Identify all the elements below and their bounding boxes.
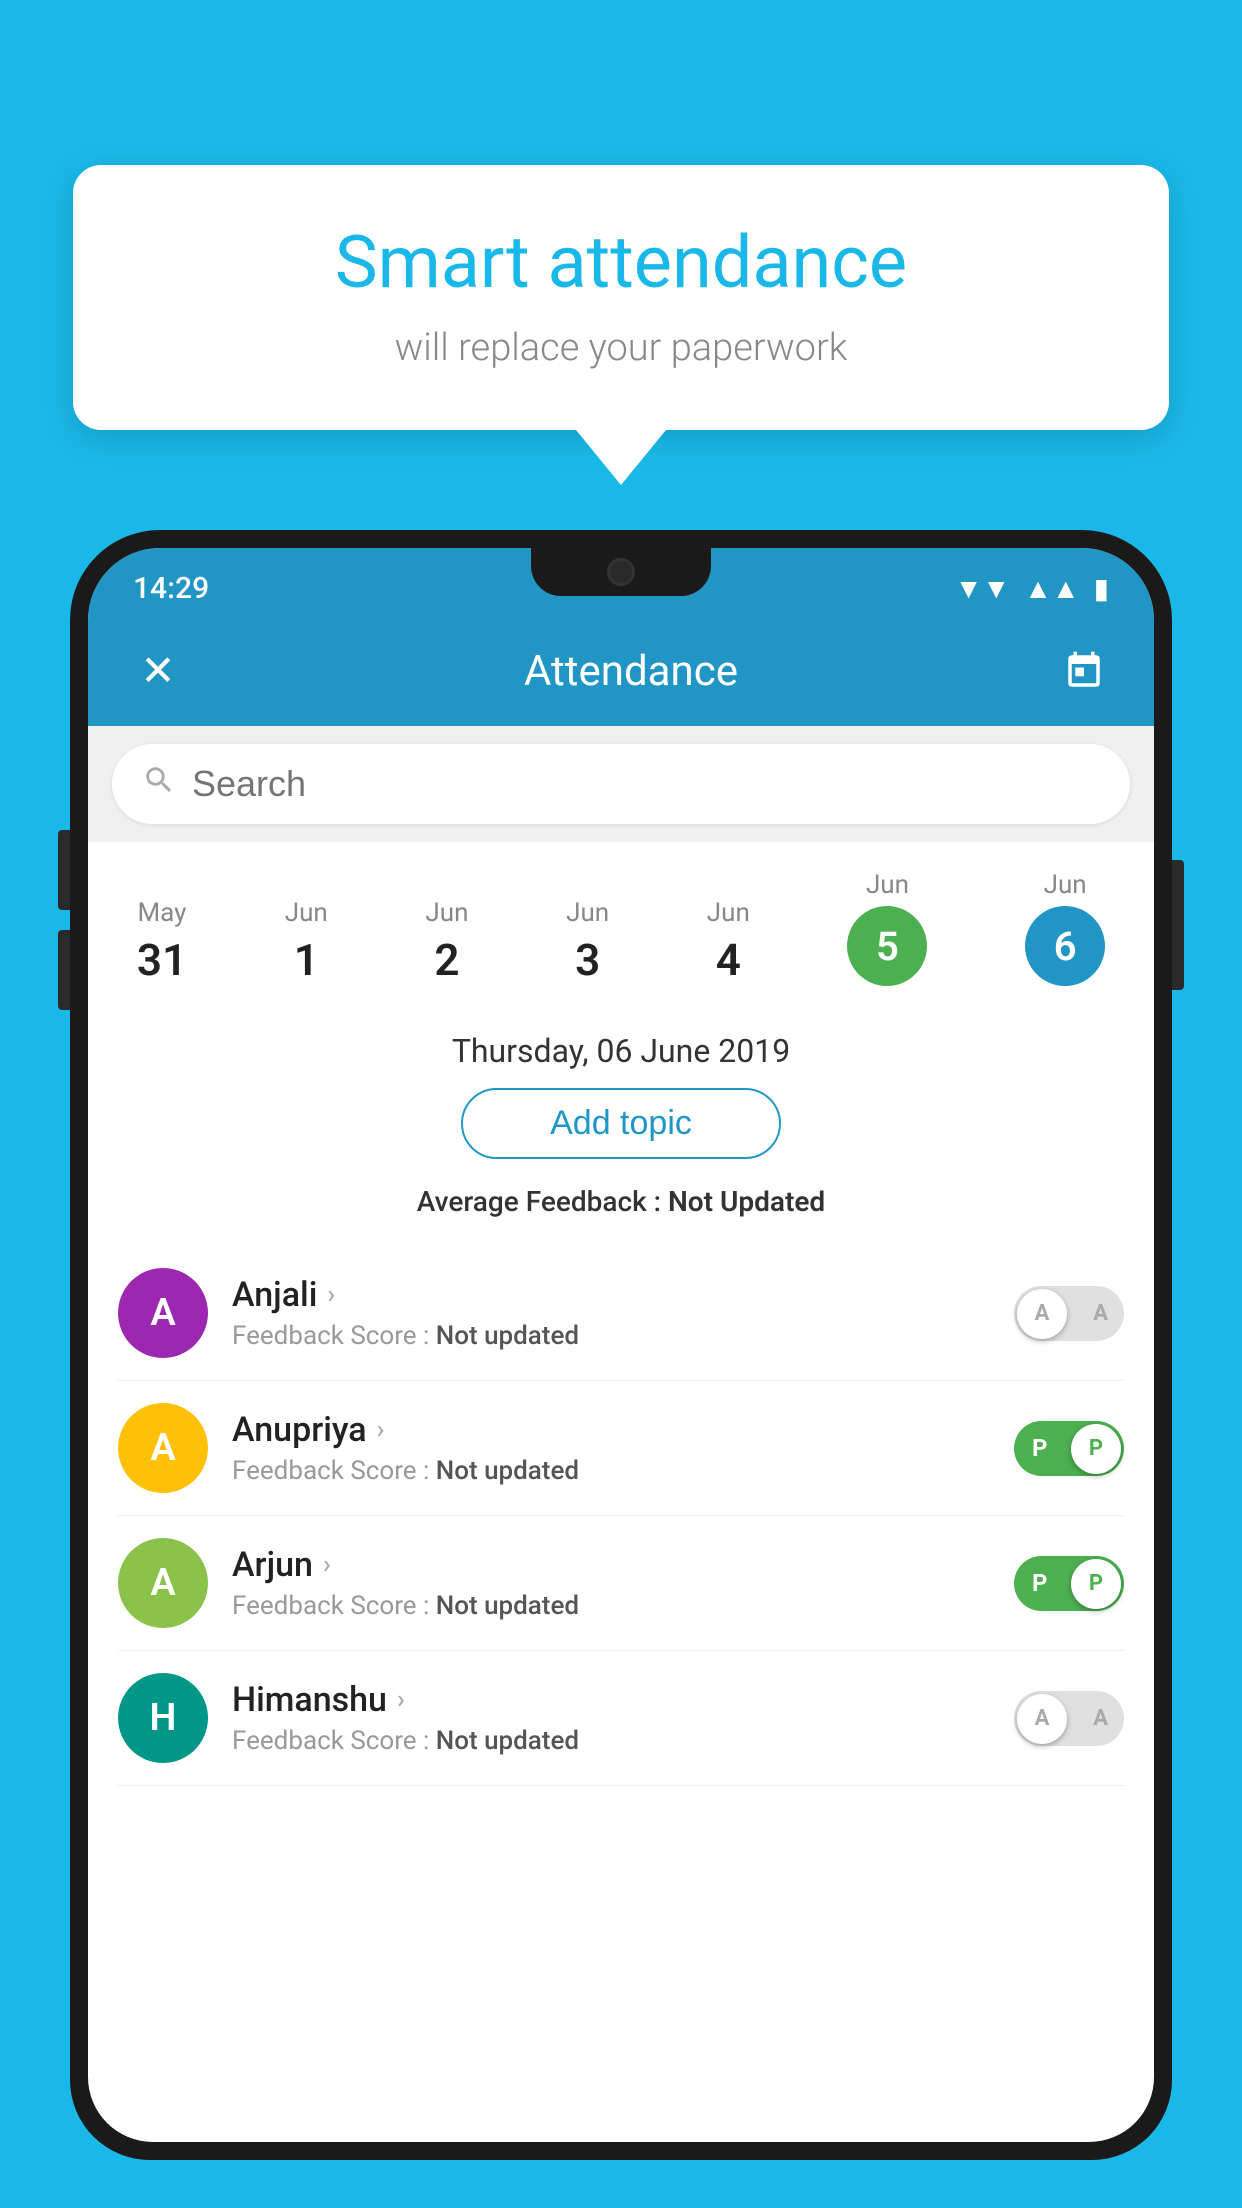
hero-title: Smart attendance <box>133 220 1109 306</box>
battery-icon: ▮ <box>1094 572 1109 605</box>
power-button <box>1172 860 1184 990</box>
vol-up-button <box>58 830 70 910</box>
student-avatar: H <box>118 1673 208 1763</box>
signal-icon: ▲▲ <box>1024 572 1079 605</box>
student-info: Arjun › Feedback Score : Not updated <box>232 1545 990 1621</box>
student-item[interactable]: A Arjun › Feedback Score : Not updated PP <box>118 1516 1124 1651</box>
calendar-day[interactable]: Jun3 <box>556 890 619 994</box>
search-bar-container <box>88 726 1154 842</box>
search-icon <box>142 763 176 806</box>
close-button[interactable]: ✕ <box>128 641 188 701</box>
add-topic-button[interactable]: Add topic <box>461 1088 781 1159</box>
student-item[interactable]: A Anjali › Feedback Score : Not updated AA <box>118 1246 1124 1381</box>
student-feedback: Feedback Score : Not updated <box>232 1321 990 1351</box>
speech-bubble-tail <box>576 430 666 485</box>
student-feedback: Feedback Score : Not updated <box>232 1456 990 1486</box>
wifi-icon: ▼▼ <box>955 572 1010 605</box>
camera <box>607 558 635 586</box>
calendar-strip: May31 Jun1 Jun2 Jun3 Jun4 Jun5 Jun6 <box>88 842 1154 1004</box>
phone-container: 14:29 ▼▼ ▲▲ ▮ ✕ Attendance <box>70 530 1172 2208</box>
student-feedback: Feedback Score : Not updated <box>232 1726 990 1756</box>
notch <box>531 548 711 596</box>
feedback-avg-label: Average Feedback : <box>417 1185 668 1218</box>
search-bar[interactable] <box>112 744 1130 824</box>
calendar-day[interactable]: Jun4 <box>697 890 760 994</box>
calendar-button[interactable] <box>1054 641 1114 701</box>
calendar-day[interactable]: Jun5 <box>837 862 937 994</box>
student-info: Anjali › Feedback Score : Not updated <box>232 1275 990 1351</box>
student-avatar: A <box>118 1538 208 1628</box>
student-avatar: A <box>118 1403 208 1493</box>
attendance-toggle[interactable]: PP <box>1014 1421 1124 1476</box>
attendance-toggle[interactable]: AA <box>1014 1286 1124 1341</box>
student-name: Anupriya › <box>232 1410 990 1450</box>
selected-date: Thursday, 06 June 2019 <box>88 1004 1154 1088</box>
top-bar: ✕ Attendance <box>88 616 1154 726</box>
student-info: Anupriya › Feedback Score : Not updated <box>232 1410 990 1486</box>
calendar-day[interactable]: May31 <box>127 890 197 994</box>
search-input[interactable] <box>192 763 1100 805</box>
student-avatar: A <box>118 1268 208 1358</box>
vol-down-button <box>58 930 70 1010</box>
average-feedback: Average Feedback : Not Updated <box>88 1177 1154 1246</box>
speech-bubble: Smart attendance will replace your paper… <box>73 165 1169 430</box>
speech-bubble-container: Smart attendance will replace your paper… <box>73 165 1169 485</box>
screen-title: Attendance <box>208 647 1054 696</box>
calendar-day[interactable]: Jun2 <box>415 890 478 994</box>
calendar-day[interactable]: Jun6 <box>1015 862 1115 994</box>
status-icons: ▼▼ ▲▲ ▮ <box>955 572 1109 605</box>
student-item[interactable]: H Himanshu › Feedback Score : Not updated A… <box>118 1651 1124 1786</box>
hero-subtitle: will replace your paperwork <box>133 326 1109 370</box>
attendance-toggle[interactable]: PP <box>1014 1556 1124 1611</box>
attendance-toggle[interactable]: AA <box>1014 1691 1124 1746</box>
student-list: AAnjali ›Feedback Score : Not updatedAAA… <box>88 1246 1154 1786</box>
content-area: Thursday, 06 June 2019 Add topic Average… <box>88 1004 1154 1786</box>
student-item[interactable]: A Anupriya › Feedback Score : Not updated P… <box>118 1381 1124 1516</box>
student-feedback: Feedback Score : Not updated <box>232 1591 990 1621</box>
student-name: Anjali › <box>232 1275 990 1315</box>
feedback-avg-value: Not Updated <box>668 1185 825 1218</box>
status-time: 14:29 <box>133 571 209 606</box>
phone-screen: 14:29 ▼▼ ▲▲ ▮ ✕ Attendance <box>88 548 1154 2142</box>
student-info: Himanshu › Feedback Score : Not updated <box>232 1680 990 1756</box>
student-name: Himanshu › <box>232 1680 990 1720</box>
student-name: Arjun › <box>232 1545 990 1585</box>
phone-frame: 14:29 ▼▼ ▲▲ ▮ ✕ Attendance <box>70 530 1172 2160</box>
calendar-day[interactable]: Jun1 <box>275 890 338 994</box>
